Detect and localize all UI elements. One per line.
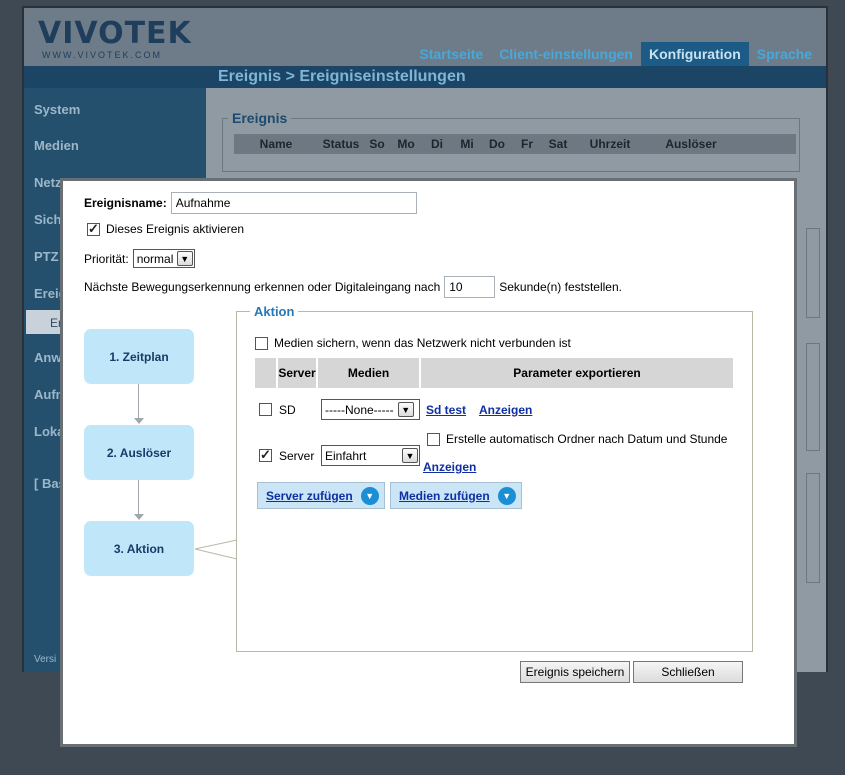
sd-anzeigen-link[interactable]: Anzeigen [479,403,532,417]
sd-test-link[interactable]: Sd test [426,403,466,417]
sidebar-item-system[interactable]: System [34,102,80,117]
event-name-label: Ereignisname: [84,196,167,210]
step-connector [138,384,139,420]
save-event-button[interactable]: Ereignis speichern [520,661,630,683]
col-name: Name [259,137,293,151]
event-legend: Ereignis [228,110,292,126]
top-navigation: Startseite Client-einstellungen Konfigur… [411,42,820,66]
delay-prefix-label: Nächste Bewegungserkennung erkennen oder… [84,280,441,294]
background-panel [806,343,820,451]
col-uhrzeit: Uhrzeit [589,137,631,151]
server-label: Server [279,448,315,463]
background-panel [806,473,820,583]
col-status: Status [322,137,360,151]
step-zeitplan[interactable]: 1. Zeitplan [84,329,194,384]
close-button[interactable]: Schließen [633,661,743,683]
add-media-button[interactable]: Medien zufügen ▼ [390,482,522,509]
col-mi: Mi [460,137,474,151]
chevron-down-icon: ▼ [397,402,414,417]
step-ausloeser[interactable]: 2. Auslöser [84,425,194,480]
chevron-down-circle-icon: ▼ [497,486,516,505]
sd-label: SD [279,402,296,417]
sidebar-item-ptz[interactable]: PTZ [34,249,59,264]
col-medien: Medien [318,358,419,388]
arrow-down-icon [134,514,144,520]
sidebar-item-medien[interactable]: Medien [34,138,79,153]
event-table-header: Name Status So Mo Di Mi Do Fr Sat Uhrzei… [234,134,796,154]
priority-label: Priorität: [84,251,129,266]
action-legend: Aktion [250,304,299,319]
add-media-label: Medien zufügen [399,488,490,503]
chevron-down-icon: ▼ [176,251,193,266]
chevron-down-circle-icon: ▼ [360,486,379,505]
breadcrumb: Ereignis > Ereigniseinstellungen [218,68,466,85]
sd-media-value: -----None----- [325,402,394,417]
breadcrumb-bar: Ereignis > Ereigniseinstellungen [24,66,826,88]
nav-client-einstellungen[interactable]: Client-einstellungen [491,42,641,66]
col-server: Server [278,358,316,388]
server-checkbox[interactable] [259,447,272,463]
enable-event-checkbox[interactable] [87,221,100,237]
col-sat: Sat [548,137,568,151]
event-name-input[interactable] [170,192,417,214]
add-server-button[interactable]: Server zufügen ▼ [257,482,385,509]
server-media-select[interactable]: Einfahrt ▼ [321,445,420,466]
sidebar-item-sicherheit[interactable]: Sich [34,212,61,227]
nav-sprache[interactable]: Sprache [749,42,820,66]
col-di: Di [431,137,443,151]
nav-startseite[interactable]: Startseite [411,42,491,66]
sidebar-item-anwendungen[interactable]: Anw [34,350,61,365]
auto-folder-checkbox[interactable] [427,432,440,446]
event-settings-dialog: Ereignisname: Dieses Ereignis aktivieren… [60,178,797,747]
col-parameter: Parameter exportieren [421,358,733,388]
server-media-value: Einfahrt [325,448,367,463]
chevron-down-icon: ▼ [402,448,418,463]
col-so: So [369,137,385,151]
vivotek-logo: VIVOTEK [38,16,192,51]
col-checkbox [255,358,276,388]
col-ausloeser: Auslöser [665,137,717,151]
backup-media-label: Medien sichern, wenn das Netzwerk nicht … [274,336,571,350]
add-server-label: Server zufügen [266,488,353,503]
sd-media-select[interactable]: -----None----- ▼ [321,399,420,420]
sd-checkbox[interactable] [259,403,272,416]
delay-seconds-input[interactable] [444,276,496,298]
priority-select[interactable]: normal ▼ [132,249,195,268]
col-do: Do [489,137,505,151]
auto-folder-label: Erstelle automatisch Ordner nach Datum u… [446,432,728,446]
action-table-header: Server Medien Parameter exportieren [255,358,735,388]
header: VIVOTEK WWW.VIVOTEK.COM Startseite Clien… [24,8,826,66]
step-aktion[interactable]: 3. Aktion [84,521,194,576]
col-fr: Fr [521,137,533,151]
server-anzeigen-link[interactable]: Anzeigen [423,460,476,474]
background-panel [806,228,820,318]
sidebar-item-netzwerk[interactable]: Netz [34,175,61,190]
enable-event-label: Dieses Ereignis aktivieren [106,222,245,236]
logo-url: WWW.VIVOTEK.COM [42,50,162,60]
nav-konfiguration[interactable]: Konfiguration [640,42,749,66]
step-pointer [194,539,238,560]
version-label: Versi [34,654,57,665]
col-mo: Mo [397,137,415,151]
backup-media-checkbox[interactable] [255,336,268,350]
arrow-down-icon [134,418,144,424]
priority-value: normal [136,251,174,266]
delay-suffix-label: Sekunde(n) feststellen. [499,280,622,294]
step-connector [138,480,139,516]
